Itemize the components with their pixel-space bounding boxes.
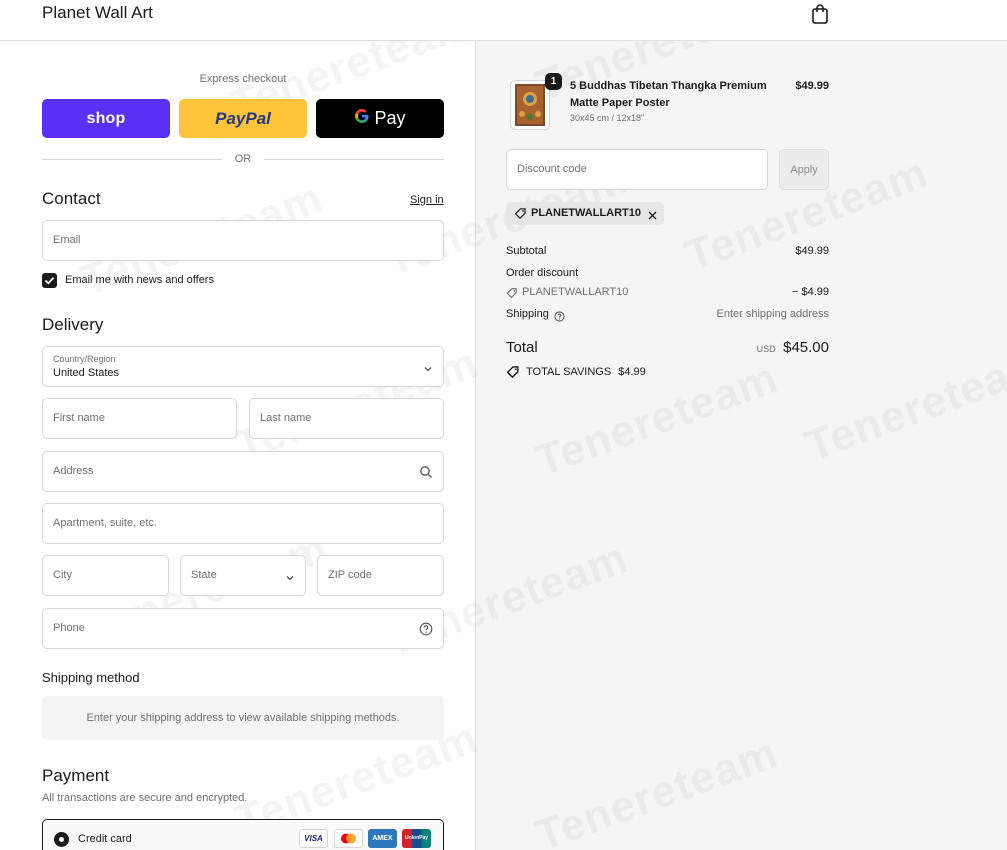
newsletter-label: Email me with news and offers [65, 274, 214, 286]
shipping-method-heading: Shipping method [42, 670, 140, 685]
payment-heading: Payment [42, 766, 110, 785]
or-divider-label: OR [234, 153, 252, 165]
product-variant: 30x45 cm / 12x18" [570, 113, 645, 123]
shipping-notice-text: Enter your shipping address to view avai… [86, 712, 400, 724]
help-icon[interactable] [554, 309, 565, 327]
first-name-field[interactable]: First name [42, 398, 237, 439]
discount-placeholder: Discount code [517, 163, 587, 175]
total-label: Total [506, 339, 538, 356]
header: Planet Wall Art [0, 0, 1007, 41]
apply-label: Apply [790, 163, 818, 176]
shopping-bag-icon[interactable] [809, 3, 831, 25]
checkmark-icon [44, 277, 55, 285]
close-icon[interactable] [647, 208, 658, 226]
last-name-placeholder: Last name [260, 412, 312, 424]
amex-icon: AMEX [368, 829, 397, 848]
shop-pay-button[interactable]: shop [42, 99, 170, 138]
chevron-down-icon [423, 361, 433, 379]
savings-label: TOTAL SAVINGS [526, 366, 612, 378]
apartment-placeholder: Apartment, suite, etc. [53, 517, 157, 529]
credit-card-option[interactable]: Credit card VISA AMEX UnionPay [42, 819, 444, 850]
mastercard-icon [334, 829, 363, 848]
apartment-field[interactable]: Apartment, suite, etc. [42, 503, 444, 544]
applied-code-label: PLANETWALLART10 [531, 207, 641, 219]
chevron-down-icon [285, 570, 295, 588]
country-value: United States [53, 367, 120, 379]
phone-placeholder: Phone [53, 622, 85, 634]
subtotal-label: Subtotal [506, 245, 547, 257]
google-g-icon [354, 108, 370, 129]
apply-button[interactable]: Apply [779, 149, 829, 190]
first-name-placeholder: First name [53, 412, 105, 424]
express-checkout-title: Express checkout [199, 73, 287, 85]
state-placeholder: State [191, 569, 217, 581]
phone-field[interactable]: Phone [42, 608, 444, 649]
paypal-button[interactable]: PayPal [179, 99, 307, 138]
total-amount: USD $45.00 [729, 339, 829, 357]
tag-icon [514, 207, 527, 225]
product-price: $49.99 [795, 80, 829, 92]
zip-placeholder: ZIP code [328, 569, 372, 581]
thangka-image-icon [515, 84, 545, 126]
product-name-line1: 5 Buddhas Tibetan Thangka Premium [570, 80, 767, 92]
google-pay-label: Pay [374, 108, 406, 128]
discount-code-label: PLANETWALLART10 [522, 286, 629, 298]
payment-subtitle: All transactions are secure and encrypte… [42, 792, 248, 804]
country-select[interactable]: Country/Region United States [42, 346, 444, 387]
search-icon [419, 465, 433, 484]
quantity-badge: 1 [545, 73, 562, 90]
sign-in-link[interactable]: Sign in [410, 194, 444, 206]
discount-value: − $4.99 [791, 286, 829, 298]
total-value: $45.00 [783, 339, 829, 356]
city-field[interactable]: City [42, 555, 169, 596]
email-placeholder: Email [53, 234, 81, 246]
store-name[interactable]: Planet Wall Art [42, 3, 153, 23]
address-placeholder: Address [53, 465, 94, 477]
zip-field[interactable]: ZIP code [317, 555, 444, 596]
email-field[interactable]: Email [42, 220, 444, 261]
applied-discount-tag: PLANETWALLART10 [506, 202, 664, 225]
order-discount-label: Order discount [506, 267, 579, 279]
contact-heading: Contact [42, 189, 101, 208]
paypal-label: PayPal [215, 108, 271, 128]
shipping-value: Enter shipping address [716, 308, 829, 320]
delivery-heading: Delivery [42, 315, 104, 334]
address-field[interactable]: Address [42, 451, 444, 492]
shipping-method-notice: Enter your shipping address to view avai… [42, 696, 444, 740]
credit-card-label: Credit card [78, 833, 132, 845]
help-icon[interactable] [419, 622, 433, 641]
state-select[interactable]: State [180, 555, 306, 596]
shop-pay-label: shop [86, 109, 126, 127]
last-name-field[interactable]: Last name [249, 398, 444, 439]
google-pay-button[interactable]: Pay [316, 99, 444, 138]
total-savings: TOTAL SAVINGS $4.99 [526, 366, 646, 378]
country-label: Country/Region [53, 354, 116, 364]
shipping-label: Shipping [506, 308, 549, 320]
currency-label: USD [756, 344, 776, 354]
city-placeholder: City [53, 569, 72, 581]
product-name-line2: Matte Paper Poster [570, 97, 670, 109]
visa-icon: VISA [299, 829, 328, 848]
divider [42, 159, 222, 160]
divider [264, 159, 444, 160]
tag-icon [506, 286, 518, 304]
product-thumbnail [510, 80, 550, 130]
subtotal-value: $49.99 [795, 245, 829, 257]
radio-selected-icon[interactable] [54, 832, 69, 847]
savings-value: $4.99 [618, 366, 646, 378]
tag-icon [506, 365, 520, 384]
unionpay-icon: UnionPay [402, 829, 431, 848]
newsletter-checkbox[interactable] [42, 273, 57, 288]
discount-code-field[interactable]: Discount code [506, 149, 768, 190]
